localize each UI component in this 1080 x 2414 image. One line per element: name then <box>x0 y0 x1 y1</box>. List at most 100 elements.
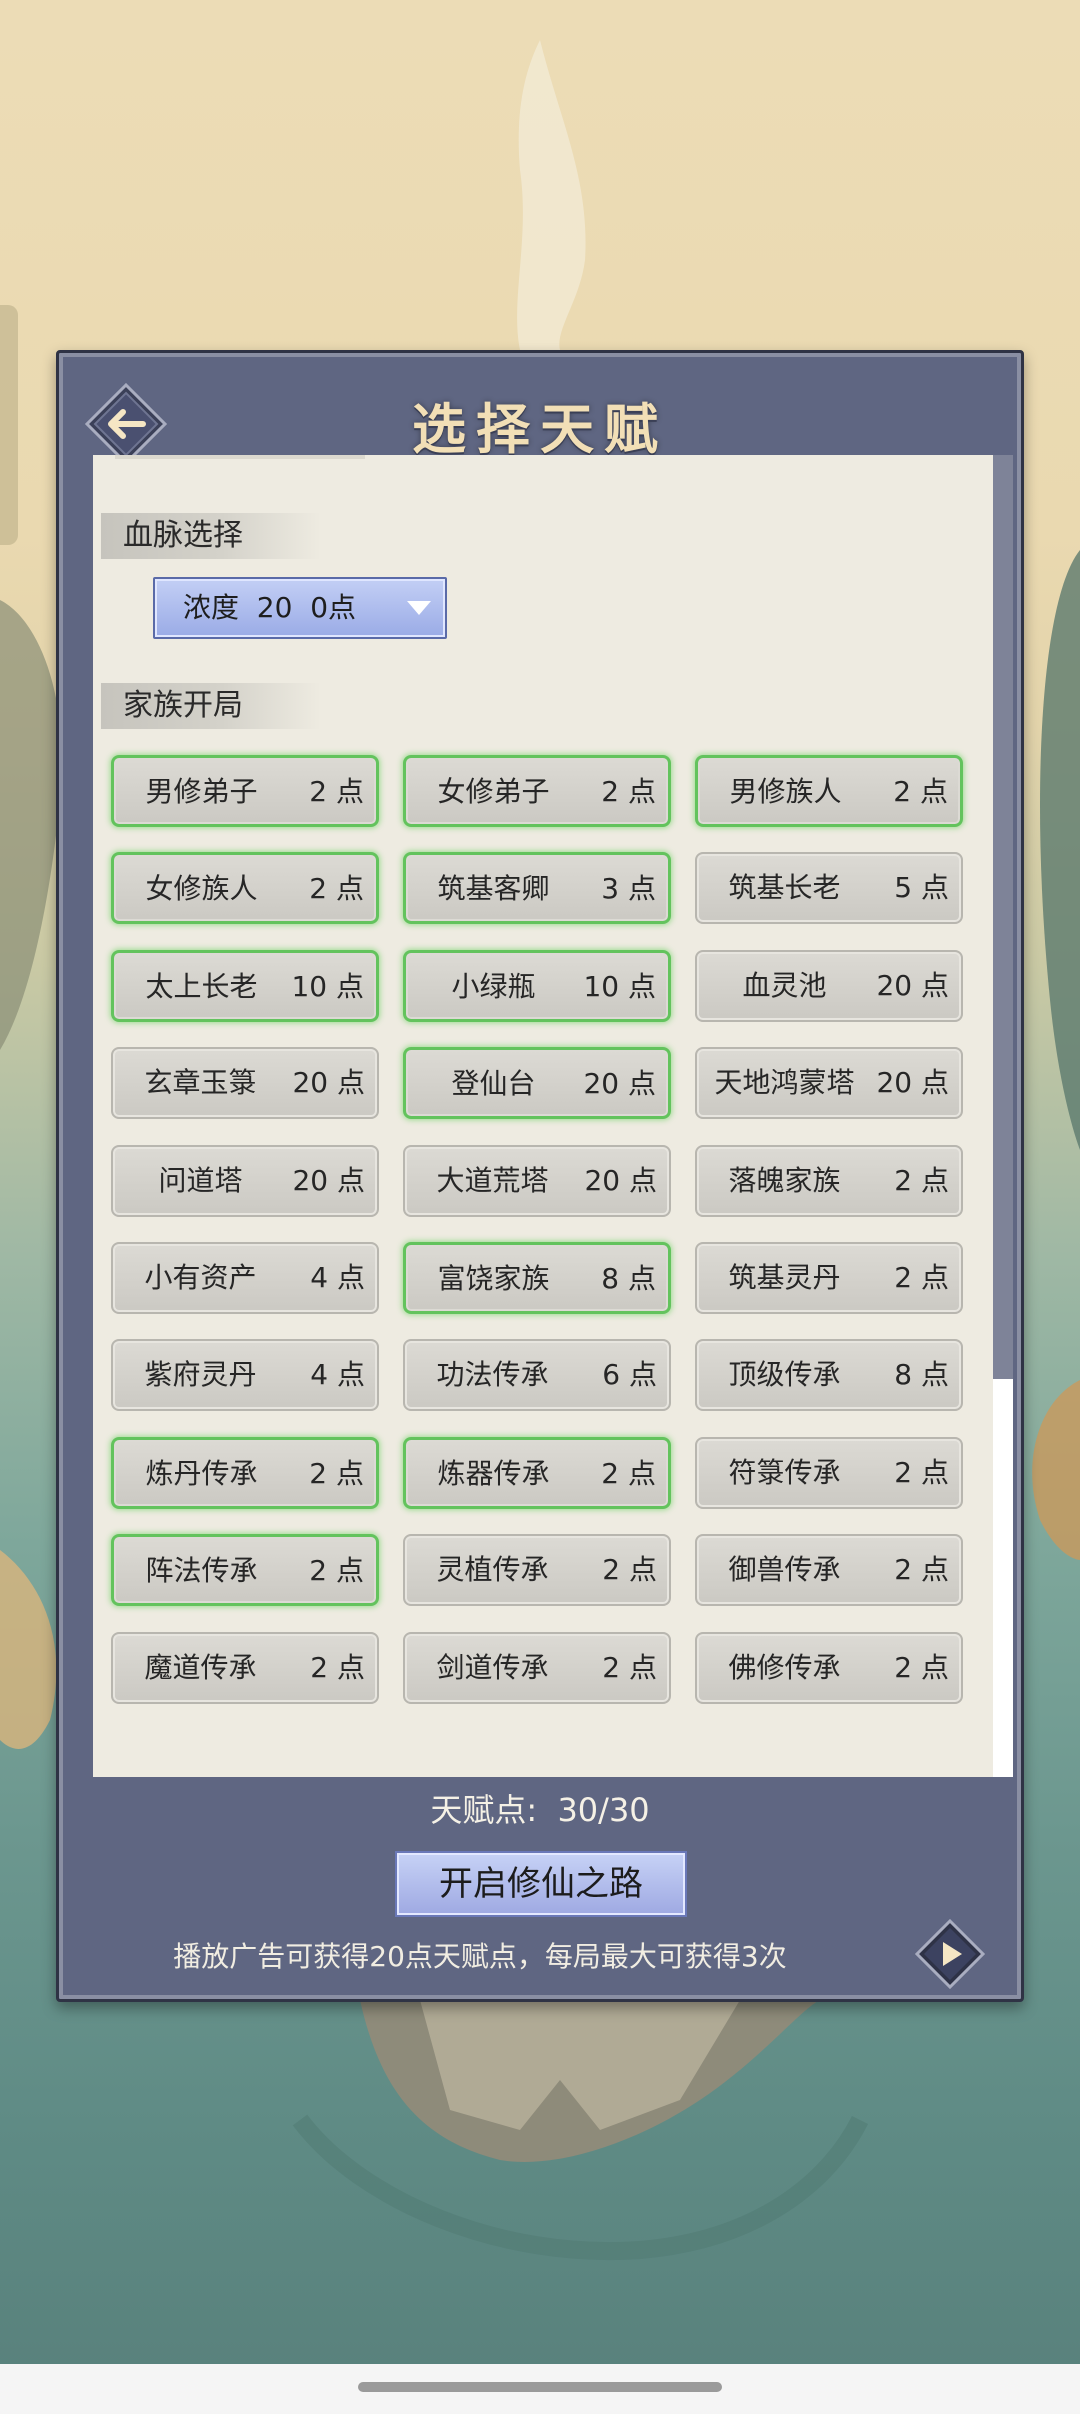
page-title: 选择天赋 <box>412 397 668 461</box>
section-title-bloodline: 血脉选择 <box>101 513 321 559</box>
ad-reward-note: 播放广告可获得20点天赋点，每局最大可获得3次 <box>173 1940 787 1973</box>
talent-option[interactable]: 炼丹传承 2 点 <box>111 1437 379 1509</box>
talent-cost: 2 点 <box>894 1261 949 1294</box>
talent-name: 御兽传承 <box>728 1553 841 1586</box>
talent-cost: 2 点 <box>894 1553 949 1586</box>
talent-option[interactable]: 炼器传承 2 点 <box>403 1437 671 1509</box>
talent-option[interactable]: 阵法传承 2 点 <box>111 1534 379 1606</box>
talent-name: 筑基灵丹 <box>728 1261 841 1294</box>
talent-name: 筑基客卿 <box>437 872 550 905</box>
talent-name: 顶级传承 <box>728 1358 841 1391</box>
talent-name: 问道塔 <box>158 1164 243 1197</box>
talent-name: 女修弟子 <box>437 775 550 808</box>
play-arrow-icon[interactable] <box>915 1919 985 1989</box>
talent-option[interactable]: 大道荒塔 20 点 <box>403 1145 671 1217</box>
talent-cost: 20 点 <box>292 1066 365 1099</box>
back-arrow-icon[interactable] <box>85 383 167 465</box>
talent-cost: 2 点 <box>310 1651 365 1684</box>
home-indicator[interactable] <box>358 2382 722 2392</box>
talent-option[interactable]: 顶级传承 8 点 <box>695 1339 963 1411</box>
talent-option[interactable]: 女修弟子 2 点 <box>403 755 671 827</box>
talent-name: 落魄家族 <box>728 1164 841 1197</box>
side-drawer-tab[interactable] <box>0 305 18 545</box>
talent-name: 魔道传承 <box>144 1651 257 1684</box>
talent-option[interactable]: 灵植传承 2 点 <box>403 1534 671 1606</box>
triangle-down-icon <box>407 601 431 615</box>
talent-cost: 20 点 <box>292 1164 365 1197</box>
talent-cost: 6 点 <box>602 1358 657 1391</box>
talent-cost: 2 点 <box>309 1457 364 1490</box>
talent-name: 登仙台 <box>451 1067 536 1100</box>
scrollbar[interactable] <box>993 455 1013 1777</box>
talent-cost: 2 点 <box>602 1651 657 1684</box>
talent-option[interactable]: 男修弟子 2 点 <box>111 755 379 827</box>
talent-name: 剑道传承 <box>436 1651 549 1684</box>
talent-cost: 2 点 <box>894 1651 949 1684</box>
talent-name: 太上长老 <box>145 970 258 1003</box>
talent-option[interactable]: 小有资产 4 点 <box>111 1242 379 1314</box>
talent-cost: 2 点 <box>309 1554 364 1587</box>
dropdown-value: 浓度 20 0点 <box>183 591 357 624</box>
talent-name: 阵法传承 <box>145 1554 258 1587</box>
talent-name: 小绿瓶 <box>451 970 536 1003</box>
talent-cost: 10 点 <box>291 970 364 1003</box>
talent-option[interactable]: 符箓传承 2 点 <box>695 1437 963 1509</box>
talent-option[interactable]: 问道塔 20 点 <box>111 1145 379 1217</box>
talent-name: 紫府灵丹 <box>144 1358 257 1391</box>
talent-cost: 5 点 <box>894 871 949 904</box>
talent-cost: 10 点 <box>583 970 656 1003</box>
talent-option[interactable]: 男修族人 2 点 <box>695 755 963 827</box>
talent-option[interactable]: 紫府灵丹 4 点 <box>111 1339 379 1411</box>
talent-option[interactable]: 剑道传承 2 点 <box>403 1632 671 1704</box>
talent-option[interactable]: 御兽传承 2 点 <box>695 1534 963 1606</box>
talent-name: 男修族人 <box>729 775 842 808</box>
talent-name: 女修族人 <box>145 872 258 905</box>
talent-option[interactable]: 小绿瓶 10 点 <box>403 950 671 1022</box>
talent-option[interactable]: 太上长老 10 点 <box>111 950 379 1022</box>
talent-cost: 20 点 <box>876 1066 949 1099</box>
talent-cost: 2 点 <box>894 1456 949 1489</box>
talent-option[interactable]: 佛修传承 2 点 <box>695 1632 963 1704</box>
talent-scroll-area[interactable]: 血脉选择 浓度 20 0点 家族开局 男修弟子 2 点 女修弟子 2 点 男修族人 2 点… <box>93 455 993 1777</box>
talent-name: 大道荒塔 <box>436 1164 549 1197</box>
talent-panel: 选择天赋 血脉选择 浓度 20 0点 家族开局 男修弟子 2 点女修弟子 2 点男修… <box>56 350 1024 2002</box>
talent-option[interactable]: 筑基灵丹 2 点 <box>695 1242 963 1314</box>
talent-name: 灵植传承 <box>436 1553 549 1586</box>
talent-cost: 20 点 <box>583 1067 656 1100</box>
talent-cost: 2 点 <box>309 775 364 808</box>
talent-name: 天地鸿蒙塔 <box>714 1066 855 1099</box>
talent-option[interactable]: 功法传承 6 点 <box>403 1339 671 1411</box>
talent-cost: 8 点 <box>601 1262 656 1295</box>
talent-option[interactable]: 玄章玉箓 20 点 <box>111 1047 379 1119</box>
talent-cost: 20 点 <box>584 1164 657 1197</box>
talent-name: 小有资产 <box>144 1261 257 1294</box>
talent-option[interactable]: 魔道传承 2 点 <box>111 1632 379 1704</box>
talent-name: 男修弟子 <box>145 775 258 808</box>
talent-option[interactable]: 女修族人 2 点 <box>111 852 379 924</box>
talent-cost: 2 点 <box>309 872 364 905</box>
talent-cost: 4 点 <box>310 1358 365 1391</box>
talent-name: 炼丹传承 <box>145 1457 258 1490</box>
talent-name: 佛修传承 <box>728 1651 841 1684</box>
talent-option[interactable]: 筑基客卿 3 点 <box>403 852 671 924</box>
talent-name: 符箓传承 <box>728 1456 841 1489</box>
talent-cost: 8 点 <box>894 1358 949 1391</box>
divider <box>115 455 365 459</box>
talent-option[interactable]: 登仙台 20 点 <box>403 1047 671 1119</box>
start-cultivation-button[interactable]: 开启修仙之路 <box>395 1851 687 1917</box>
section-title-family: 家族开局 <box>101 683 321 729</box>
talent-option[interactable]: 筑基长老 5 点 <box>695 852 963 924</box>
talent-name: 功法传承 <box>436 1358 549 1391</box>
bloodline-dropdown[interactable]: 浓度 20 0点 <box>153 577 447 639</box>
talent-cost: 2 点 <box>893 775 948 808</box>
talent-cost: 3 点 <box>601 872 656 905</box>
talent-name: 血灵池 <box>742 969 827 1002</box>
talent-name: 富饶家族 <box>437 1262 550 1295</box>
talent-name: 玄章玉箓 <box>144 1066 257 1099</box>
talent-cost: 2 点 <box>601 775 656 808</box>
scrollbar-thumb[interactable] <box>993 455 1013 1379</box>
talent-option[interactable]: 富饶家族 8 点 <box>403 1242 671 1314</box>
talent-option[interactable]: 血灵池 20 点 <box>695 950 963 1022</box>
talent-option[interactable]: 落魄家族 2 点 <box>695 1145 963 1217</box>
talent-option[interactable]: 天地鸿蒙塔 20 点 <box>695 1047 963 1119</box>
